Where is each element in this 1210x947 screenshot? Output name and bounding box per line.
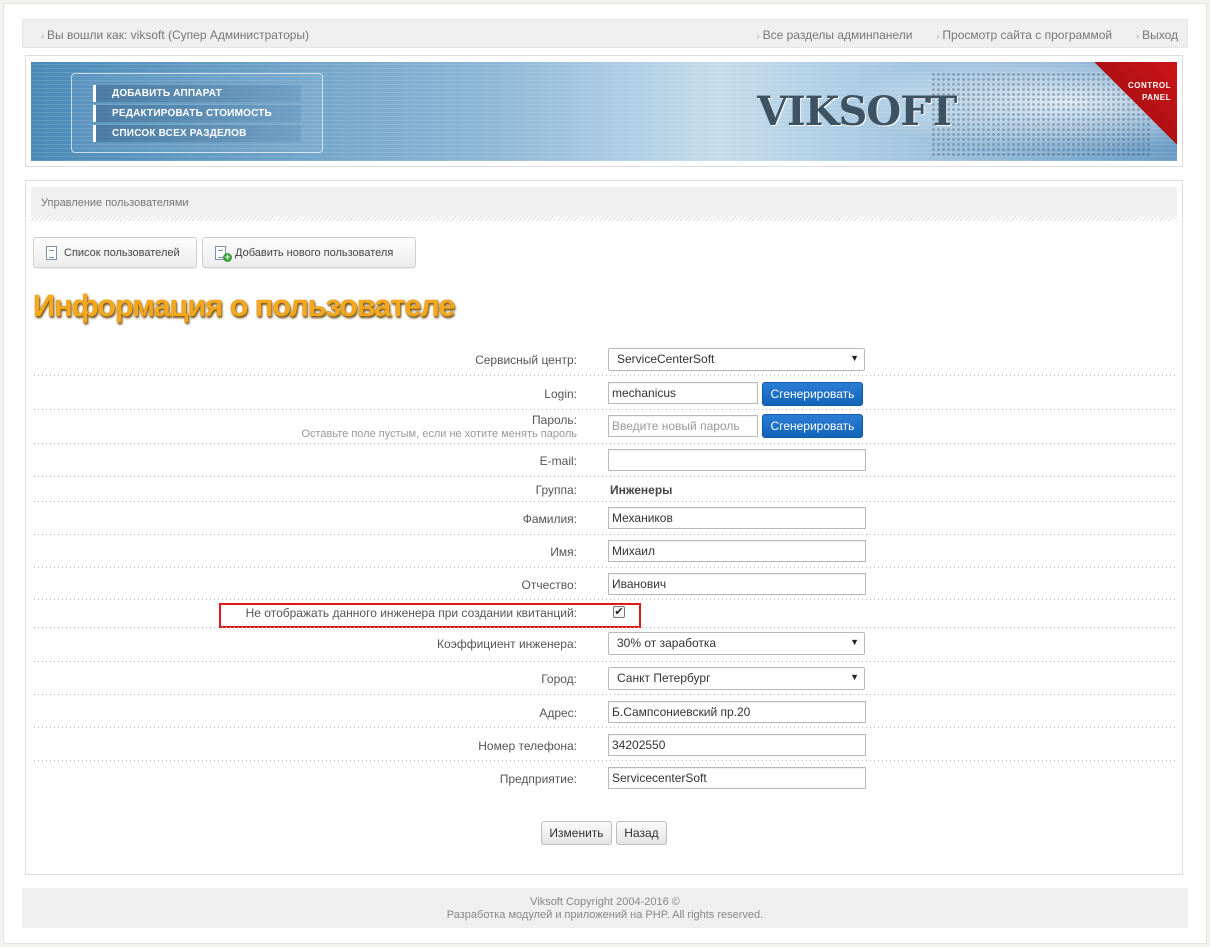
footer-tagline: Разработка модулей и приложений на PHP. … [446,909,764,921]
login-input[interactable]: mechanicus [608,382,758,404]
menu-all-sections[interactable]: СПИСОК ВСЕХ РАЗДЕЛОВ [93,125,301,142]
service-center-select[interactable]: ServiceCenterSoft ▼ [608,348,865,371]
content-panel: Управление пользователями Список пользов… [25,180,1183,875]
city-select[interactable]: Санкт Петербург ▼ [608,667,865,690]
logout-link[interactable]: › Выход [1136,28,1178,42]
name-label: Имя: [550,545,577,559]
arrow-icon: › [41,31,44,41]
logged-in-status: › Вы вошли как: viksoft (Супер Администра… [41,28,310,42]
arrow-icon: › [756,31,760,41]
control-panel-badge [1091,62,1177,148]
view-site-link[interactable]: › Просмотр сайта с программой [936,28,1112,42]
all-sections-link[interactable]: › Все разделы админпанели [757,28,913,42]
city-label: Город: [541,672,577,686]
phone-input[interactable]: 34202550 [608,734,866,756]
arrow-icon: › [936,31,940,41]
menu-edit-price[interactable]: РЕДАКТИРОВАТЬ СТОИМОСТЬ [93,105,301,122]
hide-engineer-label: Не отображать данного инженера при созда… [245,606,577,620]
surname-label: Фамилия: [522,512,577,526]
control-panel-label: CONTROL PANEL [1127,81,1171,102]
menu-add-device[interactable]: ДОБАВИТЬ АППАРАТ [93,85,301,102]
company-label: Предприятие: [499,772,577,786]
name-input[interactable]: Михаил [608,540,866,562]
address-input[interactable]: Б.Сампсониевский пр.20 [608,701,866,723]
top-bar: › Вы вошли как: viksoft (Супер Администра… [22,19,1188,48]
group-value: Инженеры [610,483,673,497]
company-input[interactable]: ServicecenterSoft [608,767,866,789]
address-label: Адрес: [539,706,577,720]
patronymic-input[interactable]: Иванович [608,573,866,595]
viksoft-logo: VIKSOFT [757,88,957,135]
banner-menu: ДОБАВИТЬ АППАРАТ РЕДАКТИРОВАТЬ СТОИМОСТЬ… [71,73,323,153]
generate-login-button[interactable]: Сгенерировать [762,382,863,406]
service-center-label: Сервисный центр: [475,353,577,367]
banner-container: ДОБАВИТЬ АППАРАТ РЕДАКТИРОВАТЬ СТОИМОСТЬ… [25,55,1183,167]
copyright-text: Viksoft Copyright 2004-2016 © [530,896,680,908]
users-list-button[interactable]: Список пользователей [33,237,197,268]
phone-label: Номер телефона: [478,739,577,753]
arrow-icon: › [1136,31,1140,41]
document-icon [46,245,57,260]
email-input[interactable] [608,449,866,471]
coefficient-select[interactable]: 30% от заработка ▼ [608,632,865,655]
hide-engineer-checkbox[interactable]: ✔ [613,606,625,618]
back-button[interactable]: Назад [616,821,667,845]
page-title: Информация о пользователе [33,288,456,323]
save-button[interactable]: Изменить [541,821,612,845]
surname-input[interactable]: Механиков [608,507,866,529]
dropdown-arrow-icon: ▼ [850,353,859,363]
footer: Viksoft Copyright 2004-2016 © Разработка… [22,888,1188,928]
login-label: Login: [544,387,577,401]
dropdown-arrow-icon: ▼ [850,637,859,647]
dropdown-arrow-icon: ▼ [850,672,859,682]
top-links: › Все разделы админпанели › Просмотр сайта… [733,28,1178,42]
section-heading: Управление пользователями [31,187,1177,216]
add-user-button[interactable]: + Добавить нового пользователя [202,237,416,268]
add-document-icon: + [215,245,232,262]
coefficient-label: Коэффициент инженера: [437,637,577,651]
generate-password-button[interactable]: Сгенерировать [762,414,863,438]
banner: ДОБАВИТЬ АППАРАТ РЕДАКТИРОВАТЬ СТОИМОСТЬ… [31,62,1177,161]
email-label: E-mail: [539,454,577,468]
password-input[interactable]: Введите новый пароль [608,415,758,437]
password-label: Пароль: Оставьте поле пустым, если не хо… [301,413,577,440]
group-label: Группа: [535,483,577,497]
patronymic-label: Отчество: [521,578,578,592]
